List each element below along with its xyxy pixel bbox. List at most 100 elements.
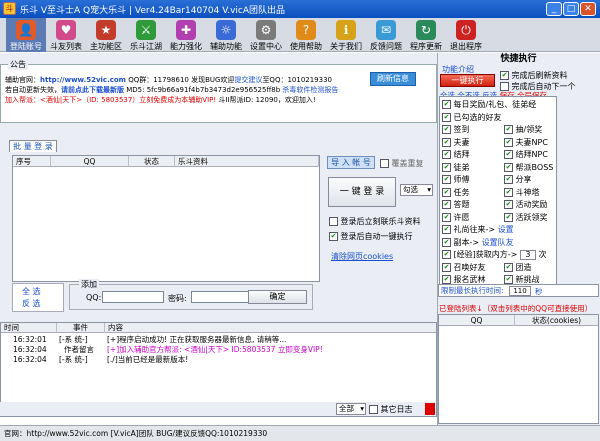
task-item[interactable]: ✔ 徒弟 ✔ 帮派BOSS <box>442 162 553 174</box>
checkbox-icon[interactable]: ✔ <box>504 212 513 222</box>
invert-selection-link[interactable]: 反 选 <box>22 298 41 309</box>
checkbox-icon[interactable]: ✔ <box>442 187 451 197</box>
checkbox-icon[interactable]: ✔ <box>442 262 451 272</box>
auto-exec-after-login-checkbox[interactable]: ✔ 登录后自动一键执行 <box>329 231 413 242</box>
checkbox-icon[interactable]: ✔ <box>504 275 513 284</box>
task-item[interactable]: ✔ 师傅 ✔ 分享 <box>442 174 532 186</box>
toolbar-exit-button[interactable]: ⏻ 退出程序 <box>446 18 486 52</box>
download-latest-link[interactable]: 请前点此下载最新版 <box>61 86 124 94</box>
task-item[interactable]: ✔ 每日奖励/礼包、徒弟经 <box>442 99 536 111</box>
checkbox-icon[interactable] <box>329 217 338 226</box>
task-item[interactable]: ✔ 答题 ✔ 活动奖励 <box>442 199 548 211</box>
select-all-link[interactable]: 全 选 <box>22 286 41 297</box>
task-item[interactable]: ✔ 许愿 ✔ 活跃领奖 <box>442 212 548 224</box>
checkbox-icon[interactable]: ✔ <box>442 100 451 109</box>
import-accounts-button[interactable]: 导 入 帐 号 <box>327 156 375 169</box>
checkbox-icon[interactable]: ✔ <box>442 225 451 234</box>
toolbar-settings-button[interactable]: ⚙ 设置中心 <box>246 18 286 52</box>
checkbox-icon[interactable]: ✔ <box>442 112 451 122</box>
column-header[interactable]: 状态 <box>129 156 175 167</box>
confirm-add-button[interactable]: 确定 <box>248 290 307 304</box>
maximize-button[interactable]: □ <box>563 2 579 16</box>
checkbox-icon[interactable]: ✔ <box>442 250 451 259</box>
task-list[interactable]: ✔ 每日奖励/礼包、徒弟经 ✔ 已勾选的好友 ✔ 签到 ✔ 抽/领奖 ✔ 夫妻 ✔ 夫妻N… <box>439 96 557 291</box>
password-input[interactable] <box>191 291 251 303</box>
checkbox-icon[interactable]: ✔ <box>442 162 451 172</box>
account-table[interactable]: 序号 QQ 状态 乐斗资料 <box>12 155 320 282</box>
antivirus-report-link[interactable]: 杀毒软件检测报告 <box>280 86 338 94</box>
gift-settings-link[interactable]: 设置 <box>498 225 514 234</box>
column-header[interactable]: 事件 <box>57 323 105 333</box>
checkbox-icon[interactable]: ✔ <box>442 237 451 247</box>
toolbar-label: 退出程序 <box>450 42 482 51</box>
website-link[interactable]: http://www.52vic.com <box>40 76 126 84</box>
login-mode-select[interactable]: 勾选 ▾ <box>400 184 433 196</box>
toolbar-feedback-button[interactable]: ✉ 反馈问题 <box>366 18 406 52</box>
minimize-button[interactable]: _ <box>546 2 562 16</box>
toolbar-jianghu-button[interactable]: ⚔ 乐斗江湖 <box>126 18 166 52</box>
checkbox-icon[interactable] <box>369 405 378 414</box>
logged-account-table[interactable]: QQ 状态(cookies) <box>438 314 599 424</box>
toolbar-enhance-button[interactable]: ✚ 能力强化 <box>166 18 206 52</box>
toolbar-about-button[interactable]: ℹ 关于我们 <box>326 18 366 52</box>
task-item[interactable]: ✔ 副本-> 设置队友 <box>442 237 514 249</box>
exp-count-input[interactable]: 3 <box>519 250 536 260</box>
checkbox-icon[interactable]: ✔ <box>504 150 513 159</box>
qq-input[interactable] <box>102 291 164 303</box>
toolbar-help-button[interactable]: ? 使用帮助 <box>286 18 326 52</box>
close-button[interactable]: ✕ <box>580 2 596 16</box>
checkbox-icon[interactable]: ✔ <box>442 125 451 134</box>
checkbox-icon[interactable] <box>380 159 389 168</box>
task-item[interactable]: ✔ 任务 ✔ 斗神塔 <box>442 187 540 199</box>
toolbar-friends-button[interactable]: ♥ 斗友列表 <box>46 18 86 52</box>
task-item[interactable]: ✔ 召唤好友 ✔ 团造 <box>442 262 532 274</box>
time-limit-input[interactable]: 110 <box>509 286 531 296</box>
checkbox-icon[interactable]: ✔ <box>329 232 338 241</box>
feedback-icon: ✉ <box>376 20 396 40</box>
task-item[interactable]: ✔ 签到 ✔ 抽/领奖 <box>442 124 542 136</box>
refresh-info-button[interactable]: 刷新信息 <box>370 72 416 86</box>
column-header[interactable]: QQ <box>439 315 515 326</box>
toolbar-label: 关于我们 <box>330 42 362 51</box>
toolbar-login-button[interactable]: 👤 登陆账号 <box>6 18 46 52</box>
toolbar-label: 能力强化 <box>170 42 202 51</box>
checkbox-icon[interactable]: ✔ <box>504 137 513 147</box>
submit-suggestion-link[interactable]: 提交建议 <box>234 76 262 84</box>
task-item[interactable]: ✔ [经验]获取内方-> 3 次 <box>442 249 546 261</box>
open-info-after-login-checkbox[interactable]: 登录后立刻联乐斗资料 <box>329 216 421 227</box>
checkbox-icon[interactable]: ✔ <box>442 200 451 209</box>
column-header[interactable]: 时间 <box>1 323 57 333</box>
checkbox-icon[interactable]: ✔ <box>442 137 451 147</box>
one-click-login-button[interactable]: 一 键 登 录 <box>328 177 396 207</box>
column-header[interactable]: 内容 <box>105 323 436 333</box>
clear-cookies-link[interactable]: 清除网页cookies <box>331 251 393 262</box>
task-item[interactable]: ✔ 礼尚往来-> 设置 <box>442 224 514 236</box>
toolbar-update-button[interactable]: ↻ 程序更新 <box>406 18 446 52</box>
checkbox-icon[interactable]: ✔ <box>442 150 451 159</box>
column-header[interactable]: 状态(cookies) <box>515 315 598 326</box>
other-log-checkbox[interactable]: 其它日志 <box>369 404 413 415</box>
dungeon-teammate-link[interactable]: 设置队友 <box>482 238 514 247</box>
checkbox-icon[interactable]: ✔ <box>504 200 513 209</box>
task-item[interactable]: ✔ 已勾选的好友 <box>442 112 502 124</box>
checkbox-icon[interactable]: ✔ <box>504 262 513 272</box>
task-item[interactable]: ✔ 夫妻 ✔ 夫妻NPC <box>442 137 548 149</box>
toolbar-assist-button[interactable]: ☼ 辅助功能 <box>206 18 246 52</box>
toolbar-main-button[interactable]: ★ 主功能区 <box>86 18 126 52</box>
task-item[interactable]: ✔ 结拜 ✔ 结拜NPC <box>442 149 548 161</box>
checkbox-icon[interactable]: ✔ <box>504 175 513 184</box>
one-click-exec-button[interactable]: 一键执行 <box>440 74 495 87</box>
log-filter-select[interactable]: 全部 ▾ <box>336 403 366 415</box>
checkbox-icon[interactable]: ✔ <box>504 125 513 134</box>
checkbox-icon[interactable]: ✔ <box>442 175 451 184</box>
column-header[interactable]: 乐斗资料 <box>175 156 319 167</box>
cover-duplicate-checkbox[interactable]: 覆盖重复 <box>380 158 424 169</box>
column-header[interactable]: QQ <box>51 156 129 167</box>
column-header[interactable]: 序号 <box>13 156 51 167</box>
checkbox-icon[interactable]: ✔ <box>442 275 451 284</box>
checkbox-icon[interactable]: ✔ <box>504 162 513 172</box>
checkbox-icon[interactable]: ✔ <box>504 187 513 197</box>
checkbox-icon[interactable]: ✔ <box>442 212 451 222</box>
tab-batch-login[interactable]: 批 量 登 录 <box>9 140 57 152</box>
refresh-after-checkbox[interactable]: ✔ 完成后刷新资料 <box>500 70 568 81</box>
